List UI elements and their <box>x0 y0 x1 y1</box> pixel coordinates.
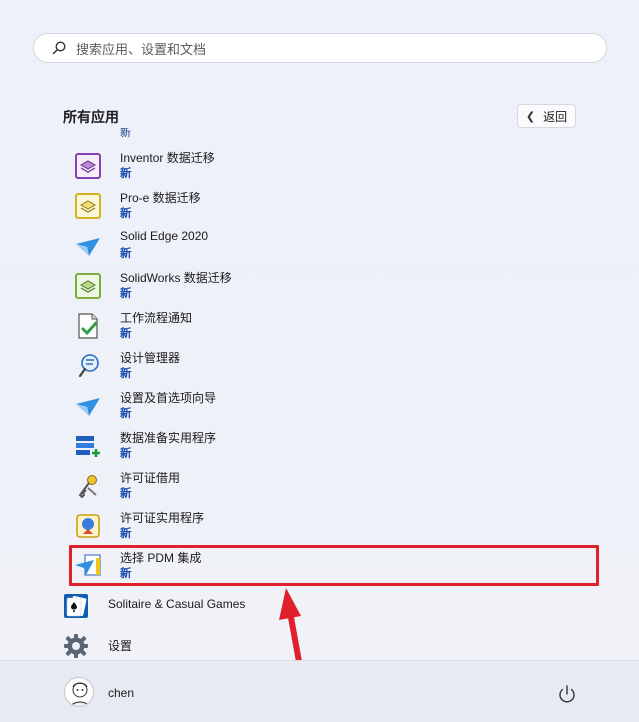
back-button[interactable]: ❮ 返回 <box>517 104 576 128</box>
app-name: Inventor 数据迁移 <box>120 151 215 165</box>
list-item[interactable]: 设置 <box>0 628 639 660</box>
footer: chen <box>0 660 639 722</box>
license-borrow-icon <box>78 475 97 499</box>
new-badge: 新 <box>120 208 132 220</box>
new-badge: 新 <box>120 528 132 540</box>
new-badge: 新 <box>120 368 132 380</box>
list-item[interactable]: Solitaire & Casual Games <box>0 588 639 628</box>
search-icon <box>52 41 66 55</box>
app-name: 设置 <box>108 639 133 653</box>
start-menu: 搜索应用、设置和文档 所有应用 ❮ 返回 新 Inventor 数据迁移 新 P… <box>0 0 639 722</box>
list-item[interactable]: 工作流程通知 新 <box>0 308 639 348</box>
list-item[interactable]: SolidWorks 数据迁移 新 <box>0 268 639 308</box>
power-icon[interactable] <box>556 683 578 705</box>
settings-wizard-icon <box>76 398 100 416</box>
workflow-notify-icon <box>78 313 98 339</box>
app-name: Solid Edge 2020 <box>120 229 209 243</box>
solid-edge-icon <box>76 238 100 256</box>
new-badge: 新 <box>120 248 132 260</box>
new-badge: 新 <box>120 408 132 420</box>
solidworks-migration-icon <box>75 273 101 299</box>
new-badge: 新 <box>120 288 132 300</box>
inventor-migration-icon <box>75 153 101 179</box>
new-badge: 新 <box>120 488 132 500</box>
app-name: 许可证借用 <box>120 471 181 485</box>
list-item[interactable]: Inventor 数据迁移 新 <box>0 148 639 188</box>
license-utility-icon <box>76 514 100 538</box>
list-item[interactable]: 数据准备实用程序 新 <box>0 428 639 468</box>
app-name: SolidWorks 数据迁移 <box>120 271 232 285</box>
app-name: 许可证实用程序 <box>120 511 205 525</box>
all-apps-title: 所有应用 <box>63 109 119 125</box>
chevron-left-icon: ❮ <box>525 110 536 123</box>
list-item[interactable]: 许可证实用程序 新 <box>0 508 639 548</box>
avatar[interactable] <box>64 677 94 707</box>
app-name: Pro-e 数据迁移 <box>120 191 201 205</box>
new-badge: 新 <box>120 168 132 180</box>
app-name: Solitaire & Casual Games <box>108 597 246 611</box>
list-item[interactable]: Pro-e 数据迁移 新 <box>0 188 639 228</box>
app-name: 数据准备实用程序 <box>120 431 217 445</box>
search-input[interactable]: 搜索应用、设置和文档 <box>76 39 206 58</box>
data-prep-icon <box>76 436 100 457</box>
search-box[interactable]: 搜索应用、设置和文档 <box>33 33 607 63</box>
gear-icon <box>64 634 88 658</box>
back-label: 返回 <box>543 109 568 124</box>
list-item[interactable]: 许可证借用 新 <box>0 468 639 508</box>
proe-migration-icon <box>75 193 101 219</box>
new-badge: 新 <box>120 328 132 340</box>
list-item[interactable]: 设置及首选项向导 新 <box>0 388 639 428</box>
highlight-box <box>69 545 599 586</box>
list-item[interactable]: 设计管理器 新 <box>0 348 639 388</box>
app-name: 设计管理器 <box>120 351 181 365</box>
user-name[interactable]: chen <box>108 686 134 700</box>
app-name: 工作流程通知 <box>120 311 193 325</box>
design-manager-icon <box>78 354 99 378</box>
list-item[interactable]: Solid Edge 2020 新 <box>0 228 639 268</box>
list-item-badge: 新 <box>120 128 131 138</box>
solitaire-icon <box>64 594 88 618</box>
new-badge: 新 <box>120 448 132 460</box>
avatar-image <box>70 682 90 706</box>
app-name: 设置及首选项向导 <box>120 391 217 405</box>
